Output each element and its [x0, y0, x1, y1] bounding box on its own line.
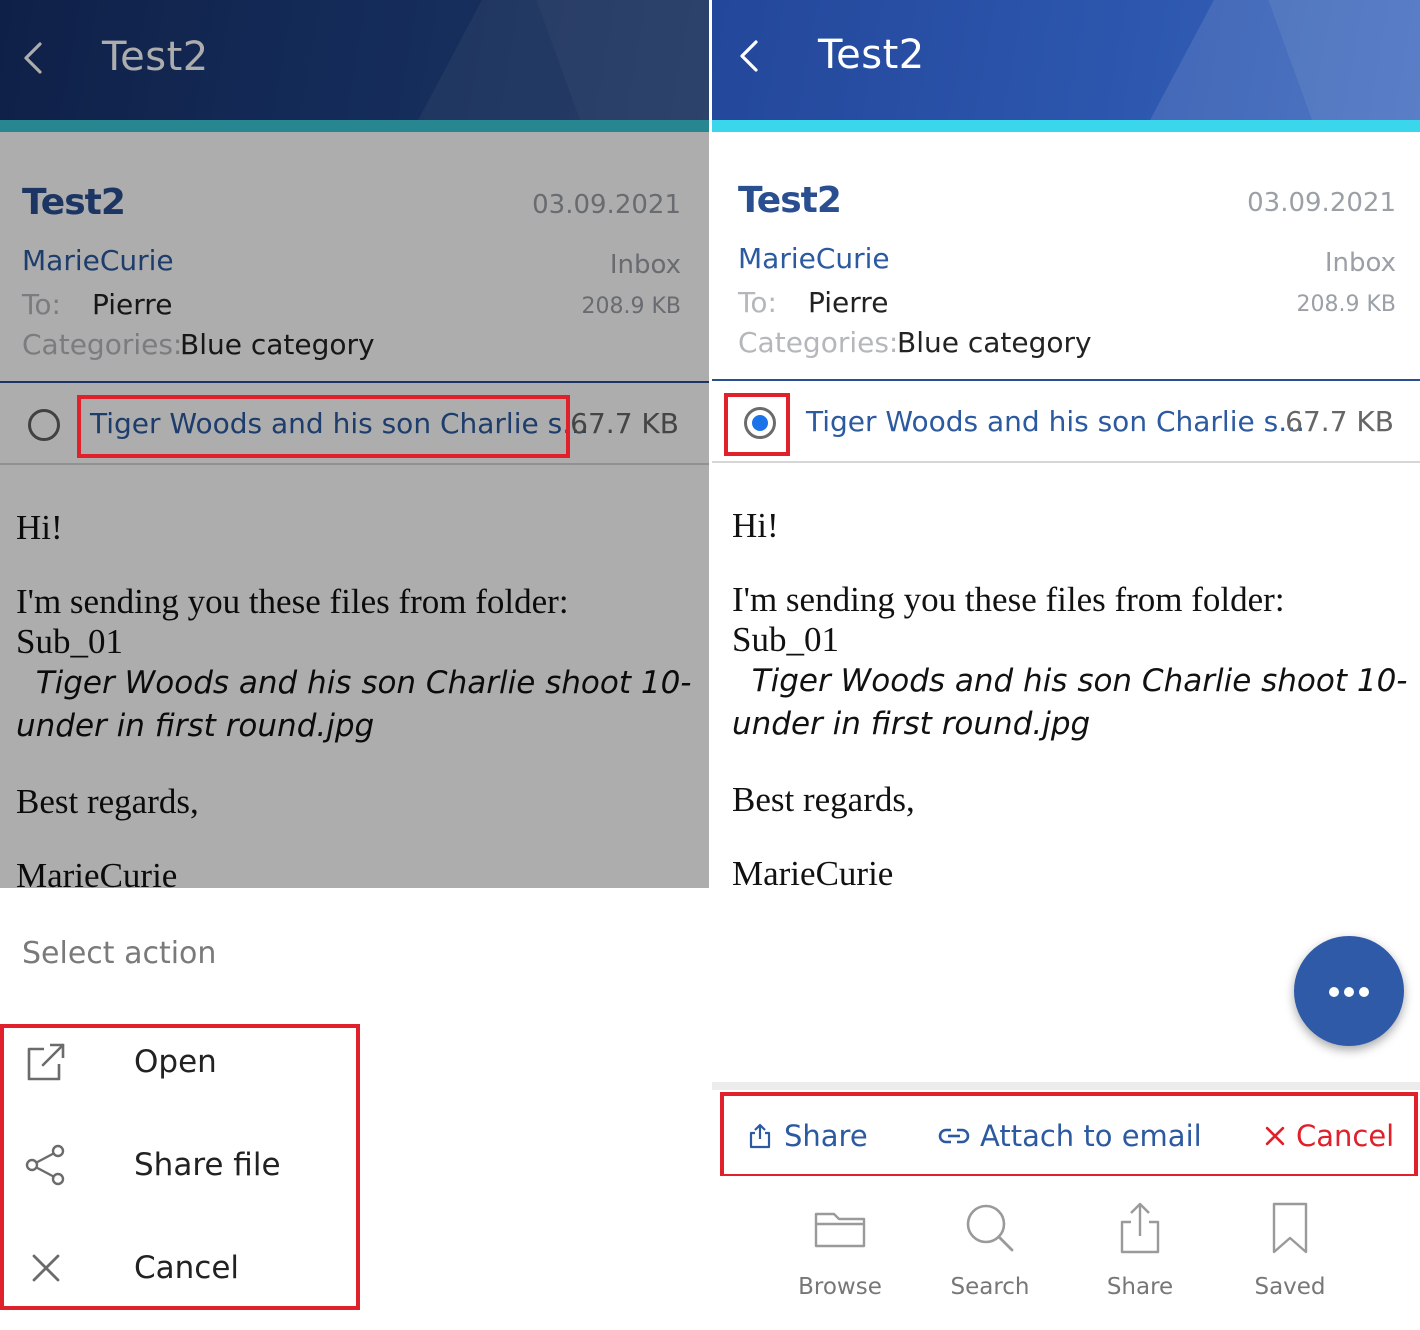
email-sender[interactable]: MarieCurie: [738, 242, 890, 275]
action-attach-label: Attach to email: [980, 1119, 1202, 1153]
folder-icon: [814, 1212, 866, 1248]
selection-action-bar: Share Attach to email Cancel: [712, 1082, 1420, 1174]
left-screen: Test2 Test2 03.09.2021 MarieCurie Inbox …: [0, 0, 709, 1330]
body-signature: MarieCurie: [732, 854, 894, 893]
search-icon: [966, 1204, 1014, 1252]
email-body: Hi! I'm sending you these files from fol…: [732, 506, 1412, 894]
tab-search[interactable]: Search: [930, 1200, 1050, 1300]
tab-label: Saved: [1254, 1274, 1326, 1300]
action-share-label: Share: [784, 1119, 868, 1153]
header-accent-stripe: [712, 120, 1420, 132]
app-bar: Test2: [712, 0, 1420, 132]
attachment-row[interactable]: Tiger Woods and his son Charlie s... 67.…: [712, 381, 1420, 463]
more-dots-icon: [1359, 987, 1369, 997]
sheet-item-label: Cancel: [134, 1250, 240, 1286]
action-bottom-sheet: Select action Open Share file Cancel: [0, 888, 709, 1330]
attachment-divider: [712, 461, 1420, 463]
share-upload-icon: [1120, 1202, 1160, 1254]
close-icon: [32, 1254, 60, 1282]
sheet-title: Select action: [22, 936, 217, 971]
body-line: Sub_01: [732, 620, 839, 659]
more-dots-icon: [1344, 987, 1354, 997]
more-actions-fab[interactable]: [1294, 936, 1404, 1046]
categories-label: Categories:: [738, 326, 899, 359]
body-file-name: under in first round.jpg: [732, 706, 1091, 742]
share-nodes-icon: [25, 1144, 65, 1186]
email-subject: Test2: [738, 180, 842, 221]
app-bar-title: Test2: [818, 32, 925, 78]
more-dots-icon: [1329, 987, 1339, 997]
email-date: 03.09.2021: [1247, 188, 1396, 218]
sheet-item-open[interactable]: Open: [0, 1018, 360, 1108]
email-size: 208.9 KB: [1296, 292, 1397, 317]
bottom-tab-bar: Browse Search Share Saved: [712, 1176, 1420, 1330]
sheet-item-label: Open: [134, 1044, 217, 1080]
categories-value: Blue category: [897, 326, 1092, 359]
to-label: To:: [738, 286, 777, 319]
bookmark-icon: [1272, 1202, 1308, 1254]
attachment-select-radio[interactable]: [744, 407, 776, 439]
tab-browse[interactable]: Browse: [780, 1200, 900, 1300]
attachment-name[interactable]: Tiger Woods and his son Charlie s...: [806, 405, 1305, 438]
close-icon: [1265, 1126, 1285, 1146]
email-view: Test2 03.09.2021 MarieCurie Inbox To: Pi…: [712, 142, 1420, 1082]
sheet-item-label: Share file: [134, 1147, 281, 1183]
link-icon: [938, 1128, 970, 1144]
body-greeting: Hi!: [732, 506, 779, 545]
to-recipient[interactable]: Pierre: [808, 286, 888, 319]
action-share-button[interactable]: Share: [746, 1112, 868, 1160]
tab-share[interactable]: Share: [1080, 1200, 1200, 1300]
email-folder: Inbox: [1324, 248, 1396, 278]
tab-label: Browse: [798, 1274, 882, 1300]
action-cancel-label: Cancel: [1296, 1119, 1395, 1153]
tab-label: Share: [1106, 1274, 1174, 1300]
share-upload-icon: [749, 1123, 771, 1149]
back-arrow-icon[interactable]: [734, 36, 764, 76]
right-screen: Test2 Test2 03.09.2021 MarieCurie Inbox …: [712, 0, 1420, 1330]
attachment-size: 67.7 KB: [1285, 405, 1394, 438]
tab-label: Search: [950, 1274, 1030, 1300]
body-file-name: Tiger Woods and his son Charlie shoot 10…: [732, 663, 1408, 699]
action-cancel-button[interactable]: Cancel: [1264, 1112, 1394, 1160]
action-attach-to-email-button[interactable]: Attach to email: [938, 1112, 1202, 1160]
modal-scrim[interactable]: [0, 0, 709, 888]
body-line: I'm sending you these files from folder:: [732, 580, 1285, 619]
body-closing: Best regards,: [732, 780, 915, 819]
open-external-icon: [27, 1043, 65, 1081]
sheet-item-share-file[interactable]: Share file: [0, 1121, 360, 1211]
tab-saved[interactable]: Saved: [1230, 1200, 1350, 1300]
sheet-item-cancel[interactable]: Cancel: [0, 1224, 360, 1314]
